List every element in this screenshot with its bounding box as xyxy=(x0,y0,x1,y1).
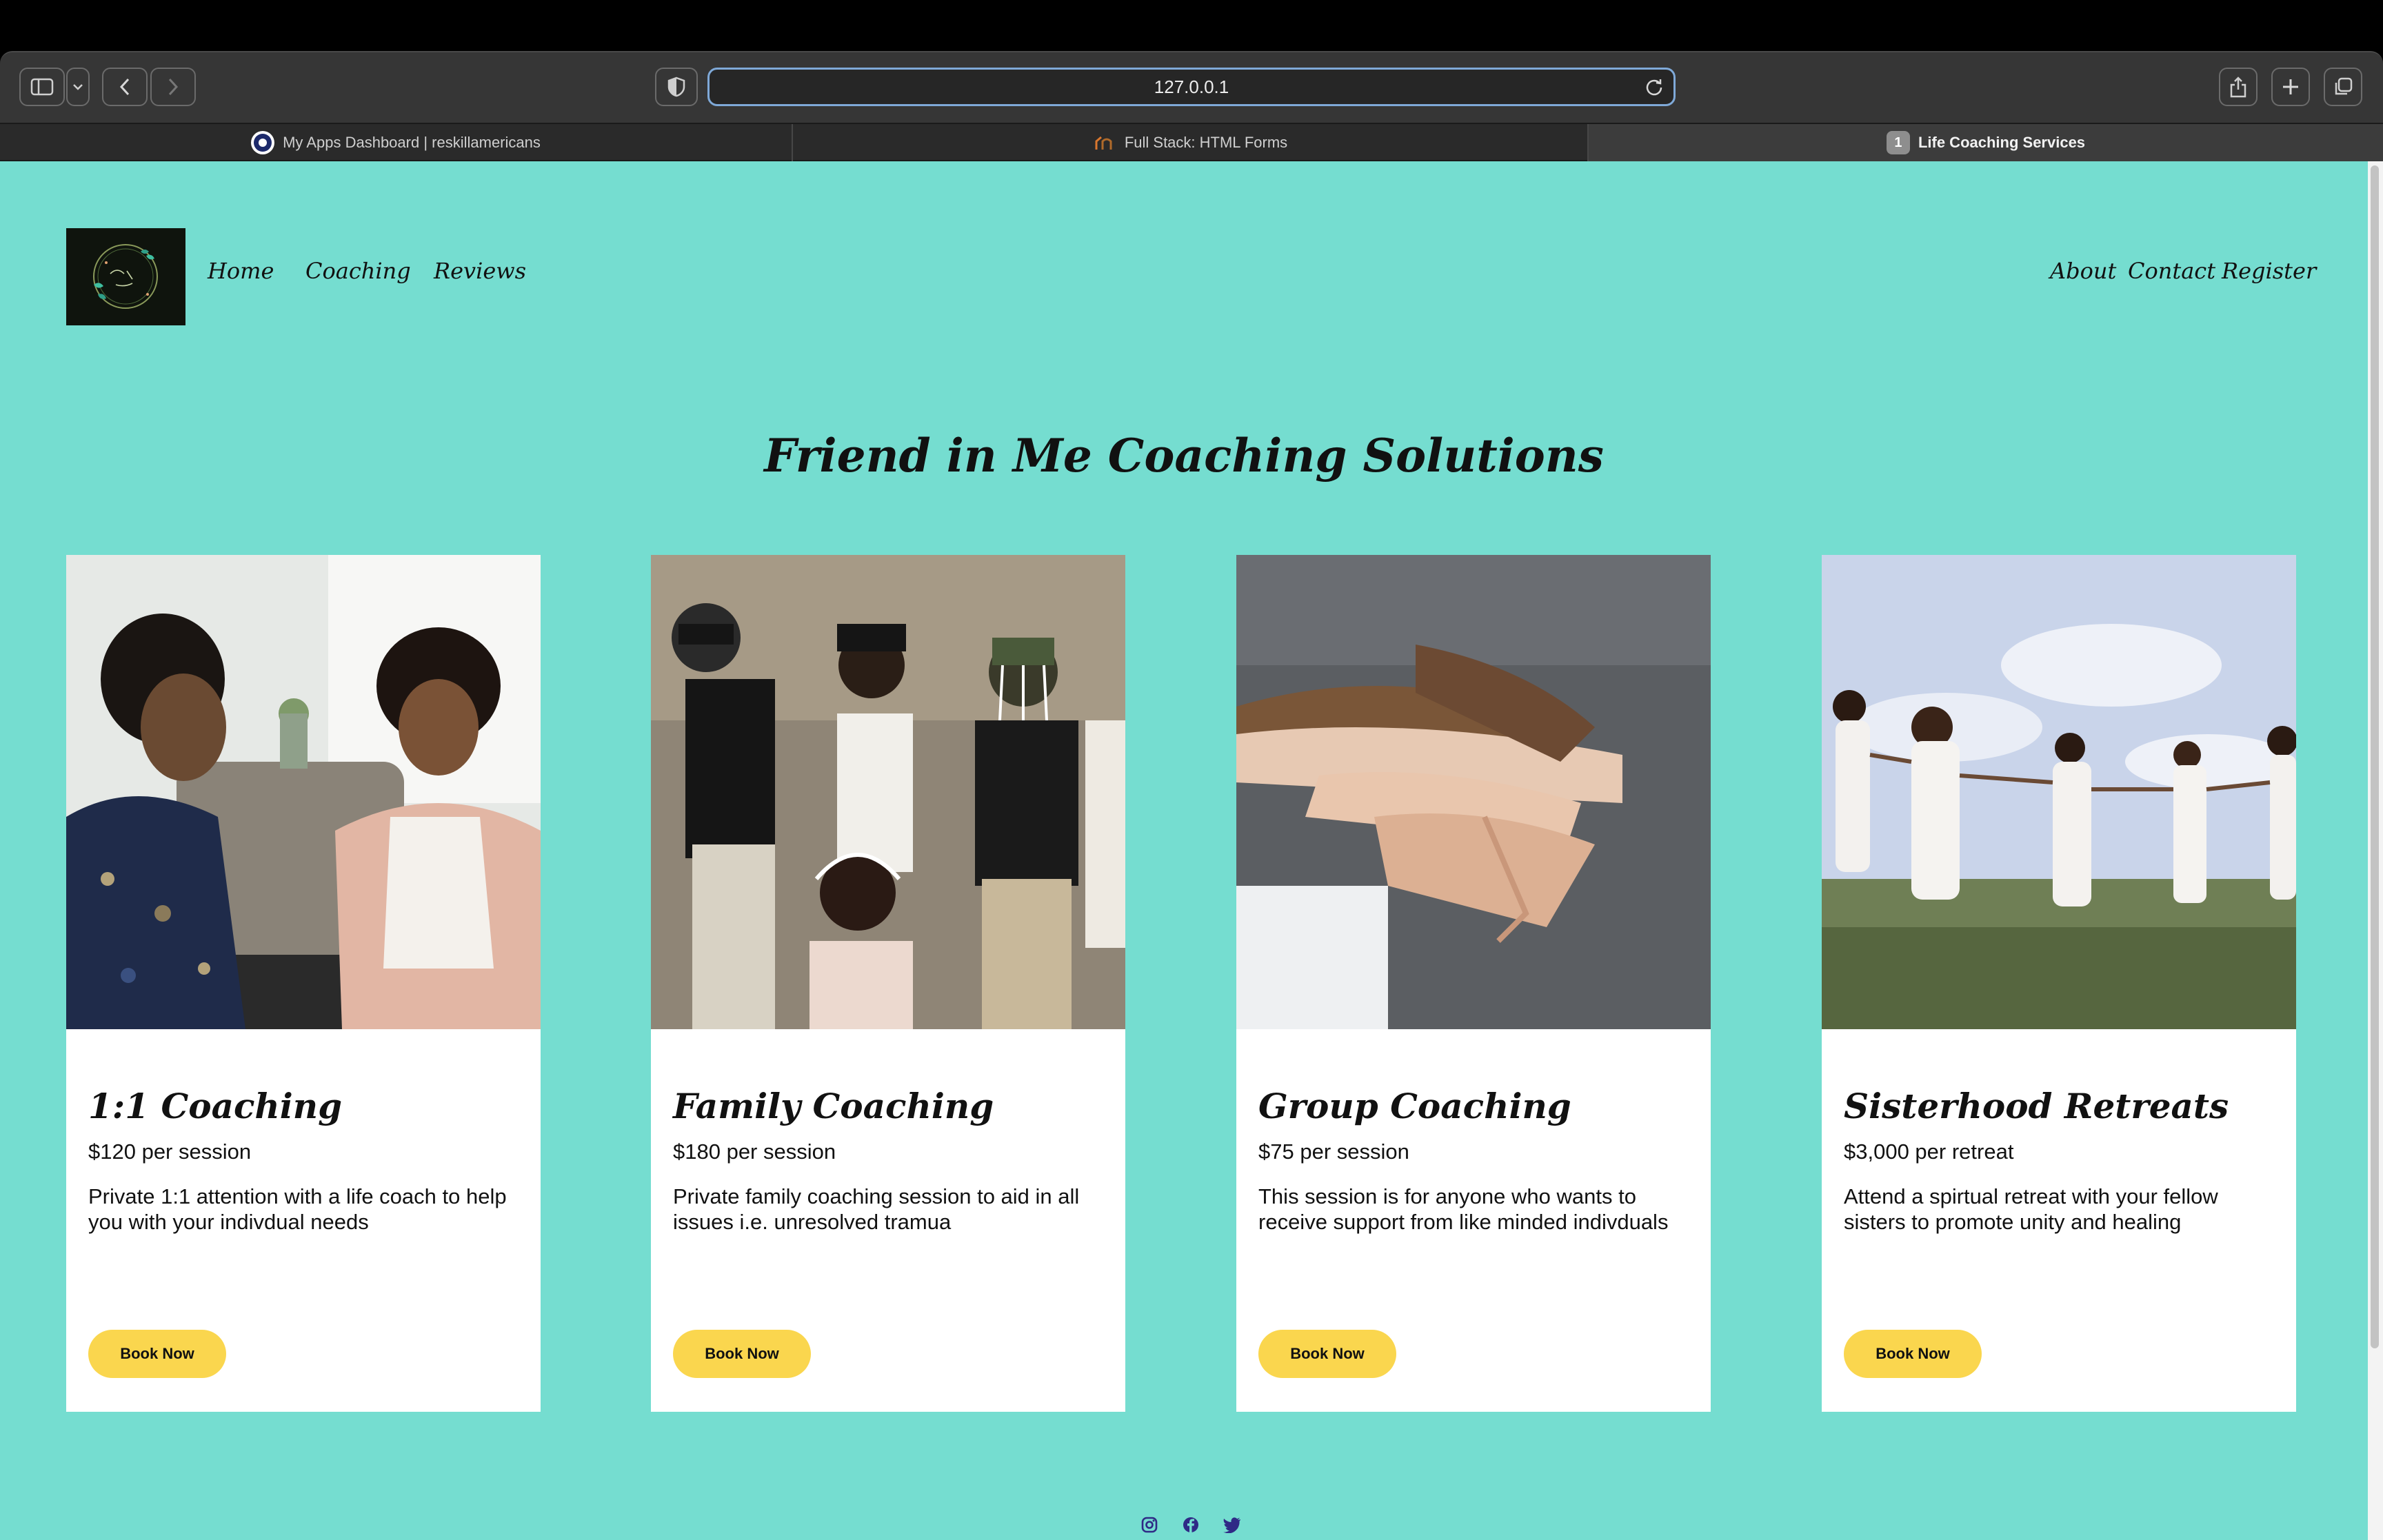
menu-bar-strip xyxy=(0,0,2383,51)
dashboard-favicon-icon xyxy=(251,131,275,154)
chevron-down-icon xyxy=(73,84,83,90)
card-price: $120 per session xyxy=(88,1139,252,1164)
share-icon xyxy=(2230,77,2246,98)
plus-icon xyxy=(2283,79,2298,94)
tab-html-forms[interactable]: Full Stack: HTML Forms xyxy=(793,124,1589,161)
nav-contact-link[interactable]: Contact xyxy=(2128,258,2215,284)
share-button[interactable] xyxy=(2219,68,2258,106)
page-body: Home Coaching Reviews About Contact Regi… xyxy=(0,161,2368,1540)
tab-strip: My Apps Dashboard | reskillamericans Ful… xyxy=(0,123,2383,161)
sidebar-menu-button[interactable] xyxy=(66,68,90,106)
reload-icon[interactable] xyxy=(1645,77,1664,97)
tab-overview-button[interactable] xyxy=(2324,68,2362,106)
book-now-button[interactable]: Book Now xyxy=(1844,1330,1982,1378)
tab-apps-dashboard[interactable]: My Apps Dashboard | reskillamericans xyxy=(0,124,793,161)
coaching-card: 1:1 Coaching $120 per session Private 1:… xyxy=(66,555,541,1412)
nav-reviews-link[interactable]: Reviews xyxy=(434,258,526,284)
tab-label: Life Coaching Services xyxy=(1918,134,2086,151)
book-now-button[interactable]: Book Now xyxy=(1258,1330,1396,1378)
site-logo[interactable] xyxy=(66,228,185,325)
card-description: Private family coaching session to aid i… xyxy=(673,1184,1080,1234)
nav-home-link[interactable]: Home xyxy=(208,258,274,284)
sidebar-icon xyxy=(30,78,54,96)
wreath-logo-icon xyxy=(93,244,158,309)
url-text: 127.0.0.1 xyxy=(1154,76,1229,97)
new-tab-button[interactable] xyxy=(2271,68,2310,106)
coaching-card: Sisterhood Retreats $3,000 per retreat A… xyxy=(1822,555,2296,1412)
card-photo-group xyxy=(1236,555,1711,1029)
coaching-card: Family Coaching $180 per session Private… xyxy=(651,555,1125,1412)
card-price: $180 per session xyxy=(673,1139,836,1164)
card-title: Sisterhood Retreats xyxy=(1844,1086,2229,1126)
card-photo-retreat xyxy=(1822,555,2296,1029)
coaching-card: Group Coaching $75 per session This sess… xyxy=(1236,555,1711,1412)
chevron-left-icon xyxy=(119,78,130,96)
card-price: $3,000 per retreat xyxy=(1844,1139,2014,1164)
facebook-icon[interactable] xyxy=(1180,1514,1202,1536)
address-bar[interactable]: 127.0.0.1 xyxy=(707,68,1676,106)
course-favicon-icon xyxy=(1093,131,1116,154)
card-title: 1:1 Coaching xyxy=(88,1086,343,1126)
card-description: Attend a spirtual retreat with your fell… xyxy=(1844,1184,2218,1234)
book-now-button[interactable]: Book Now xyxy=(673,1330,811,1378)
back-button[interactable] xyxy=(102,68,148,106)
tabs-icon xyxy=(2335,77,2353,95)
shield-icon xyxy=(667,77,685,97)
card-photo-family xyxy=(651,555,1125,1029)
sidebar-toggle-button[interactable] xyxy=(19,68,65,106)
nav-register-link[interactable]: Register xyxy=(2222,258,2316,284)
card-price: $75 per session xyxy=(1258,1139,1409,1164)
card-title: Family Coaching xyxy=(673,1086,994,1126)
nav-about-link[interactable]: About xyxy=(2050,258,2116,284)
chevron-right-icon xyxy=(168,78,179,96)
tab-label: My Apps Dashboard | reskillamericans xyxy=(283,134,541,151)
instagram-icon[interactable] xyxy=(1138,1514,1160,1536)
tab-badge: 1 xyxy=(1886,131,1910,154)
privacy-report-button[interactable] xyxy=(655,68,698,106)
browser-toolbar: 127.0.0.1 xyxy=(0,51,2383,123)
nav-coaching-link[interactable]: Coaching xyxy=(305,258,411,284)
book-now-button[interactable]: Book Now xyxy=(88,1330,226,1378)
card-description: Private 1:1 attention with a life coach … xyxy=(88,1184,507,1234)
page-scrollbar-thumb[interactable] xyxy=(2371,165,2379,1348)
card-description: This session is for anyone who wants to … xyxy=(1258,1184,1669,1234)
tab-life-coaching[interactable]: 1 Life Coaching Services xyxy=(1589,124,2383,161)
twitter-icon[interactable] xyxy=(1221,1514,1243,1536)
card-title: Group Coaching xyxy=(1258,1086,1571,1126)
tab-label: Full Stack: HTML Forms xyxy=(1124,134,1288,151)
card-photo-one-on-one xyxy=(66,555,541,1029)
forward-button[interactable] xyxy=(150,68,196,106)
page-title: Friend in Me Coaching Solutions xyxy=(764,429,1604,483)
